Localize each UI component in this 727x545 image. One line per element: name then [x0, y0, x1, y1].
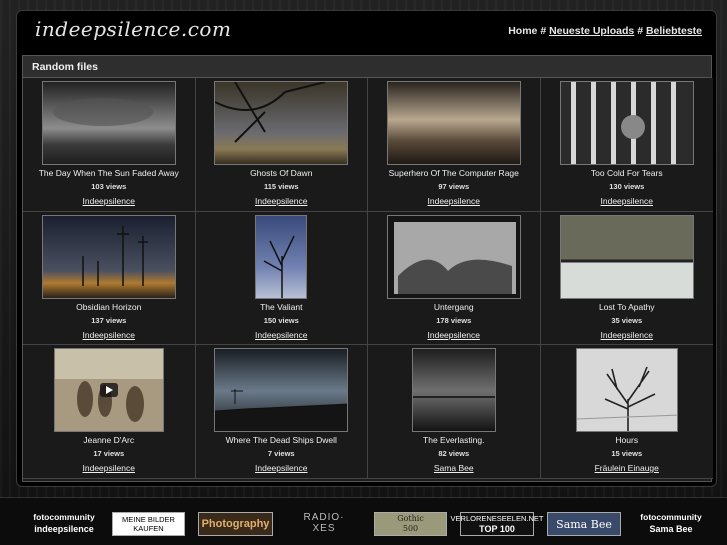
item-views: 17 views — [93, 449, 125, 458]
badge-line: XES — [312, 523, 336, 534]
badge-line: RADIO· — [303, 512, 345, 523]
fotocommunity-badge[interactable]: fotocommunity indeepsilence — [28, 512, 100, 536]
badge-line: TOP 100 — [479, 524, 515, 534]
item-user-link[interactable]: Sama Bee — [434, 463, 474, 473]
gothic-500-badge[interactable]: Gothic 500 — [374, 512, 447, 536]
gallery-item: Where The Dead Ships Dwell 7 views Indee… — [195, 345, 368, 479]
photo-thumbnail[interactable] — [386, 214, 521, 299]
badge-line: Gothic — [397, 514, 424, 523]
item-views: 97 views — [438, 182, 470, 191]
badge-line: VERLORENESEELEN.NET — [450, 514, 544, 523]
gallery-item: Ghosts Of Dawn 115 views Indeepsilence — [195, 78, 368, 212]
item-views: 35 views — [611, 315, 643, 325]
item-user-link[interactable]: Indeepsilence — [428, 196, 480, 206]
photo-thumbnail[interactable] — [386, 81, 521, 165]
photo-thumbnail[interactable] — [255, 214, 308, 299]
item-views: 150 views — [263, 315, 299, 325]
nav-separator: # — [637, 25, 644, 37]
item-user-link[interactable]: Indeepsilence — [255, 196, 307, 206]
item-title: The Valiant — [260, 301, 303, 312]
main-frame: indeepsilence.com Home # Neueste Uploads… — [16, 10, 717, 487]
nav-popular[interactable]: Beliebteste — [646, 25, 702, 37]
video-thumbnail[interactable] — [53, 348, 164, 432]
badge-line: indeepsilence — [34, 524, 94, 534]
nav-separator: # — [540, 25, 547, 37]
item-user-link[interactable]: Indeepsilence — [83, 196, 135, 206]
random-files-panel: Random files The Day When The Sun Faded … — [22, 55, 713, 482]
gallery-item: Hours 15 views Fräulein Einauge — [540, 345, 713, 479]
photo-thumbnail[interactable] — [41, 214, 176, 299]
item-title: Lost To Apathy — [598, 301, 655, 312]
gallery-item: The Valiant 150 views Indeepsilence — [195, 211, 368, 345]
gallery-item: Superhero Of The Computer Rage 97 views … — [368, 78, 541, 212]
photo-thumbnail[interactable] — [411, 348, 496, 432]
nav-latest-uploads[interactable]: Neueste Uploads — [549, 25, 634, 37]
photo-thumbnail[interactable] — [214, 348, 349, 432]
photo-thumbnail[interactable] — [214, 81, 349, 165]
gallery-item: Jeanne D'Arc 17 views Indeepsilence — [23, 345, 196, 479]
verloreneseelen-badge[interactable]: VERLORENESEELEN.NET TOP 100 — [451, 512, 543, 536]
item-user-link[interactable]: Indeepsilence — [255, 330, 307, 340]
item-views: 115 views — [263, 182, 299, 191]
gallery-item: Too Cold For Tears 130 views Indeepsilen… — [540, 78, 713, 212]
item-views: 7 views — [267, 449, 295, 458]
gallery-item: The Day When The Sun Faded Away 103 view… — [23, 78, 196, 212]
item-title: Jeanne D'Arc — [83, 435, 135, 445]
item-title: Obsidian Horizon — [76, 301, 142, 312]
item-user-link[interactable]: Indeepsilence — [83, 330, 135, 340]
top-nav: Home # Neueste Uploads # Beliebteste — [508, 25, 702, 37]
item-views: 103 views — [91, 182, 127, 191]
item-user-link[interactable]: Fräulein Einauge — [595, 463, 659, 473]
gallery-item: The Everlasting. 82 views Sama Bee — [368, 345, 541, 479]
thumbnail-grid: The Day When The Sun Faded Away 103 view… — [23, 78, 713, 479]
photo-thumbnail[interactable] — [559, 81, 694, 165]
item-title: The Day When The Sun Faded Away — [38, 168, 179, 178]
meine-bilder-badge[interactable]: MEINE BILDER KAUFEN — [112, 512, 185, 536]
panel-title: Random files — [23, 56, 711, 78]
site-logo[interactable]: indeepsilence.com — [35, 17, 231, 41]
badge-line: MEINE BILDER — [122, 515, 175, 524]
badge-line: fotocommunity — [33, 512, 95, 522]
fotocommunity-badge[interactable]: fotocommunity Sama Bee — [634, 512, 708, 536]
sama-bee-badge[interactable]: Sama Bee — [547, 512, 621, 536]
gallery-item: Untergang 178 views Indeepsilence — [368, 211, 541, 345]
gallery-item: Obsidian Horizon 137 views Indeepsilence — [23, 211, 196, 345]
item-title: Superhero Of The Computer Rage — [388, 168, 519, 178]
item-title: Untergang — [433, 301, 474, 312]
nav-home[interactable]: Home — [508, 25, 537, 37]
item-title: Too Cold For Tears — [590, 168, 663, 178]
badge-line: Sama Bee — [649, 524, 693, 534]
item-title: Hours — [615, 435, 639, 445]
photo-thumbnail[interactable] — [575, 348, 678, 432]
item-user-link[interactable]: Indeepsilence — [255, 463, 307, 473]
footer-badges: fotocommunity indeepsilence MEINE BILDER… — [0, 497, 727, 545]
item-user-link[interactable]: Indeepsilence — [601, 330, 653, 340]
item-title: The Everlasting. — [423, 435, 485, 445]
badge-line: fotocommunity — [640, 512, 702, 522]
item-user-link[interactable]: Indeepsilence — [601, 196, 653, 206]
radio-xes-badge[interactable]: RADIO· XES — [286, 512, 362, 536]
item-views: 82 views — [438, 449, 470, 458]
photography-badge[interactable]: Photography — [198, 512, 273, 536]
item-views: 137 views — [91, 315, 127, 325]
photo-thumbnail[interactable] — [559, 214, 694, 299]
gallery-item: Lost To Apathy 35 views Indeepsilence — [540, 211, 713, 345]
badge-line: KAUFEN — [133, 524, 164, 533]
item-user-link[interactable]: Indeepsilence — [428, 330, 480, 340]
item-views: 15 views — [611, 449, 643, 458]
photo-thumbnail[interactable] — [41, 81, 176, 165]
item-user-link[interactable]: Indeepsilence — [83, 463, 135, 473]
item-title: Where The Dead Ships Dwell — [225, 435, 337, 445]
item-views: 130 views — [609, 182, 645, 191]
item-title: Ghosts Of Dawn — [250, 168, 313, 178]
item-views: 178 views — [436, 315, 472, 325]
badge-line: 500 — [402, 524, 419, 533]
